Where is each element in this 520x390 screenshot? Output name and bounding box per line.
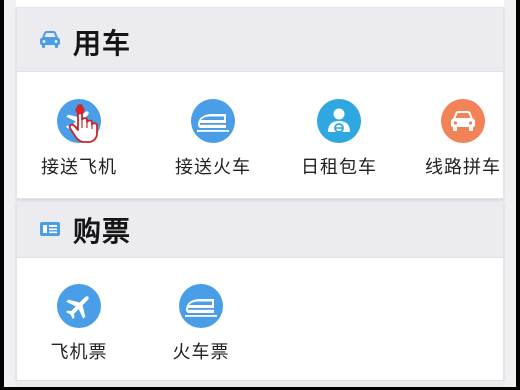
item-label: 火车票 xyxy=(172,342,230,363)
driver-icon xyxy=(317,99,361,143)
item-train-ticket[interactable]: 火车票 xyxy=(141,284,261,364)
next-card-edge xyxy=(16,380,504,387)
item-label: 线路拼车 xyxy=(425,157,501,178)
section-car: 用车 接送飞机 接送火车 日租包车 线路拼车 xyxy=(16,7,504,199)
item-label: 接送火车 xyxy=(175,157,251,178)
item-label: 日租包车 xyxy=(301,157,377,178)
ticket-icon xyxy=(39,220,61,242)
car-icon xyxy=(441,99,485,143)
section-title: 购票 xyxy=(73,215,132,248)
section-tickets: 购票 飞机票 火车票 xyxy=(16,201,504,381)
section-header: 购票 xyxy=(17,202,503,258)
app-frame: 用车 接送飞机 接送火车 日租包车 线路拼车 购票 飞机票 火车票 xyxy=(0,0,520,390)
train-icon xyxy=(191,99,235,143)
item-carpool[interactable]: 线路拼车 xyxy=(403,99,516,179)
item-pickup-train[interactable]: 接送火车 xyxy=(153,99,273,179)
airplane-icon xyxy=(57,284,101,328)
item-label: 接送飞机 xyxy=(41,157,117,178)
section-title: 用车 xyxy=(73,27,132,60)
hand-cursor-icon xyxy=(66,104,100,148)
item-daily-rental[interactable]: 日租包车 xyxy=(279,99,399,179)
item-flight-ticket[interactable]: 飞机票 xyxy=(19,284,139,364)
train-icon xyxy=(179,284,223,328)
section-header: 用车 xyxy=(17,8,503,72)
car-icon xyxy=(39,31,61,53)
item-label: 飞机票 xyxy=(50,342,108,363)
